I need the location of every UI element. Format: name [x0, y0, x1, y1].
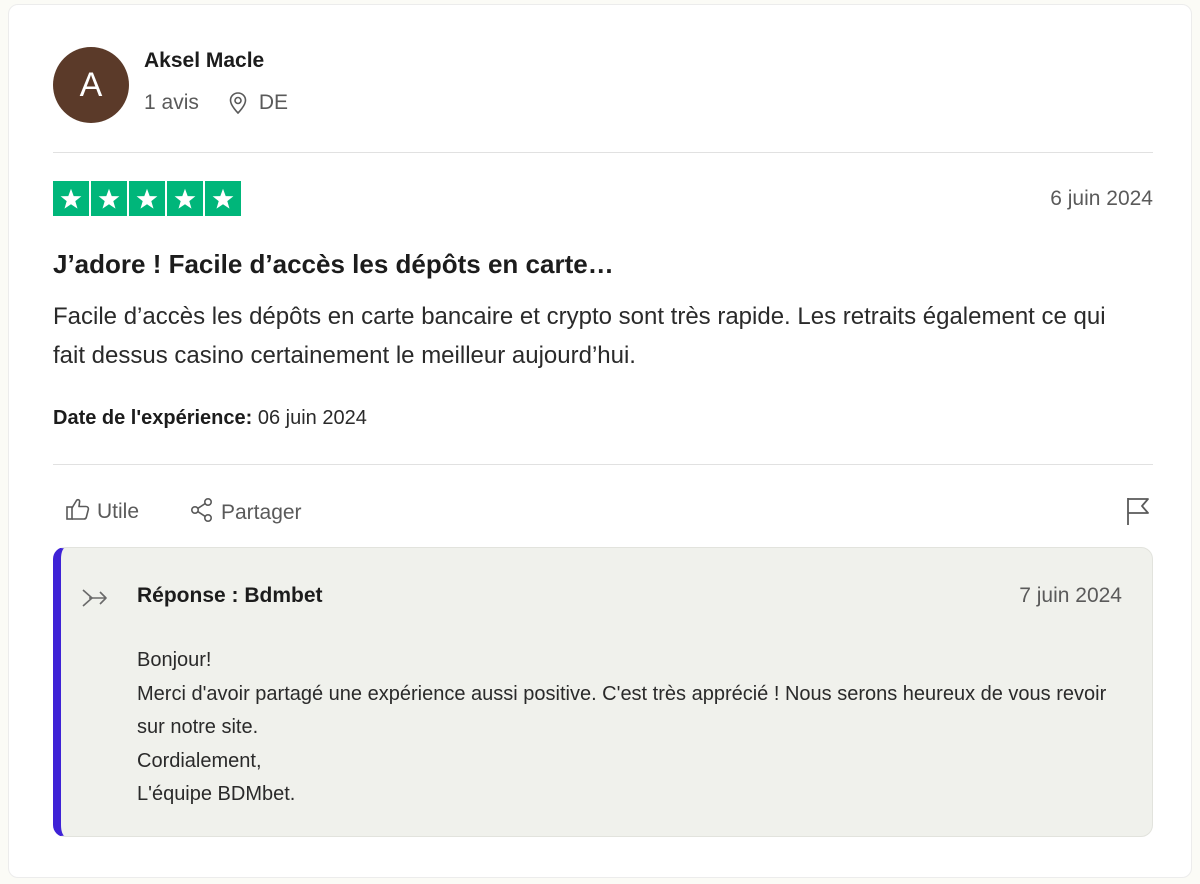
star-rating — [53, 181, 241, 216]
reply-body: Bonjour! Merci d'avoir partagé une expér… — [137, 644, 1127, 812]
reviewer-name[interactable]: Aksel Macle — [144, 49, 264, 73]
reviewer-country: DE — [258, 91, 289, 114]
review-body: Facile d’accès les dépôts en carte banca… — [53, 303, 1106, 369]
reply-line: Bonjour! — [137, 649, 212, 671]
reply-line: Cordialement, — [137, 749, 262, 772]
reply-line: L'équipe BDMbet. — [137, 783, 296, 805]
share-label: Partager — [221, 501, 302, 524]
divider — [53, 464, 1153, 465]
reply-date: 7 juin 2024 — [1019, 584, 1122, 607]
reviews-count: 1 avis — [144, 91, 199, 114]
star-icon — [205, 181, 241, 216]
experience-date-value: 06 juin 2024 — [257, 407, 367, 429]
review-date: 6 juin 2024 — [1050, 187, 1153, 210]
reply-line: Merci d'avoir partagé une expérience aus… — [137, 682, 1107, 739]
flag-icon[interactable] — [1125, 496, 1151, 531]
reply-author: Réponse : Bdmbet — [137, 584, 323, 607]
experience-date-label: Date de l'expérience: — [53, 407, 253, 429]
experience-date: Date de l'expérience: 06 juin 2024 — [53, 407, 367, 430]
reviewer-meta: 1 avis DE — [144, 91, 288, 115]
location-pin-icon — [227, 91, 249, 115]
divider — [53, 152, 1153, 153]
star-icon — [129, 181, 165, 216]
review-title[interactable]: J’adore ! Facile d’accès les dépôts en c… — [53, 249, 614, 280]
star-icon — [53, 181, 89, 216]
review-card: A Aksel Macle 1 avis DE 6 juin 2024 J’ad… — [8, 4, 1192, 878]
avatar[interactable]: A — [53, 47, 129, 123]
star-icon — [167, 181, 203, 216]
thumbs-up-icon — [65, 497, 97, 527]
share-button[interactable]: Partager — [189, 497, 302, 529]
company-reply: Réponse : Bdmbet 7 juin 2024 Bonjour! Me… — [53, 547, 1153, 837]
share-icon — [189, 497, 221, 529]
useful-button[interactable]: Utile — [65, 497, 139, 527]
reply-arrow-icon — [81, 586, 109, 615]
star-icon — [91, 181, 127, 216]
useful-label: Utile — [97, 500, 140, 523]
